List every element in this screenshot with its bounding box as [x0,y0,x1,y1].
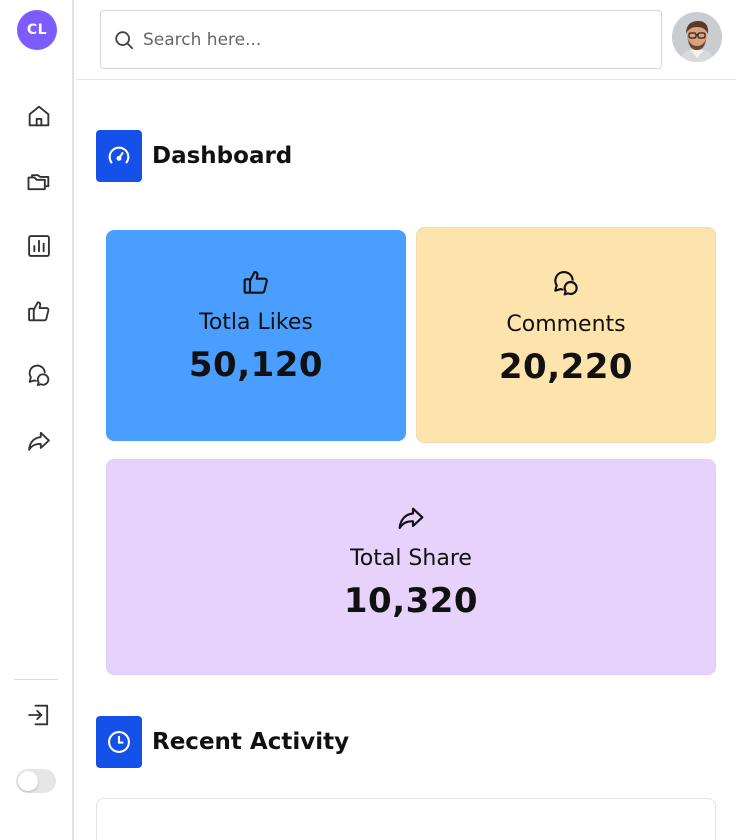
avatar[interactable] [672,12,722,62]
dashboard-badge [96,130,142,182]
stat-card-likes: Totla Likes 50,120 [106,230,406,441]
sidebar-item-home[interactable] [21,98,57,134]
logout-button[interactable] [21,697,57,733]
sidebar-item-analytics[interactable] [21,228,57,264]
share-arrow-icon [398,507,424,530]
chat-bubbles-icon [28,364,50,387]
stat-card-value: 10,320 [343,581,479,621]
bar-chart-icon [28,235,50,257]
search-box[interactable] [100,10,662,69]
stat-card-label: Comments [506,312,626,337]
sidebar-item-likes[interactable] [21,293,57,329]
stat-card-value: 50,120 [188,345,324,385]
recent-activity-badge [96,716,142,768]
recent-activity-title: Recent Activity [152,729,350,755]
logout-icon [28,704,49,726]
folders-icon [27,174,50,191]
sidebar-item-share[interactable] [21,423,57,459]
search-icon [115,30,134,49]
dashboard-header: Dashboard [96,130,292,182]
thumbs-up-icon [243,270,268,294]
thumbs-up-icon [28,301,50,322]
recent-activity-header: Recent Activity [96,716,349,768]
home-icon [28,105,50,127]
stat-card-value: 20,220 [498,347,634,387]
stat-card-label: Totla Likes [199,310,313,335]
brand-logo[interactable]: CL [17,10,57,50]
recent-activity-panel [96,798,716,840]
stat-card-share: Total Share 10,320 [106,459,716,675]
stat-card-label: Total Share [350,546,472,571]
sidebar-divider [14,679,58,680]
search-input[interactable] [143,29,623,50]
share-arrow-icon [28,431,50,451]
stat-card-comments: Comments 20,220 [416,227,716,443]
theme-toggle[interactable] [16,769,56,793]
sidebar-item-comments[interactable] [21,358,57,394]
speedometer-icon [108,146,130,164]
sidebar: CL [0,0,74,840]
clock-icon [108,731,130,753]
user-avatar-icon [672,12,722,62]
sidebar-item-folders[interactable] [21,163,57,199]
chat-bubbles-icon [554,270,578,296]
topbar [76,0,736,80]
dashboard-title: Dashboard [152,143,293,169]
toggle-knob [18,771,38,791]
